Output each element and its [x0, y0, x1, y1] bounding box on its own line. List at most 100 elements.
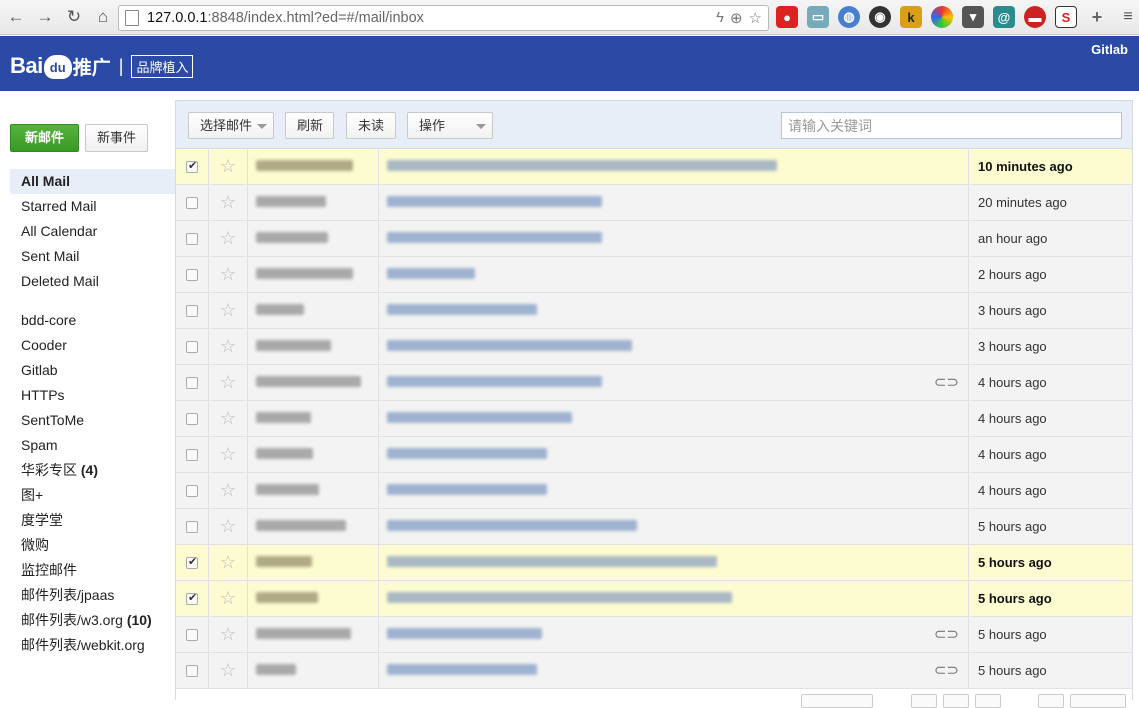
subject-cell[interactable] [379, 221, 879, 256]
reload-icon[interactable]: ↻ [61, 4, 87, 30]
row-checkbox[interactable] [186, 159, 198, 173]
address-bar[interactable]: 127.0.0.1:8848/index.html?ed=#/mail/inbo… [118, 5, 769, 31]
search-input[interactable] [781, 112, 1122, 139]
subject-cell[interactable] [379, 617, 879, 652]
star-icon[interactable]: ☆ [209, 257, 248, 292]
sidebar-folder[interactable]: 图+ [10, 483, 175, 508]
sofa-ext-icon[interactable]: ▬ [1024, 6, 1046, 28]
star-icon[interactable]: ☆ [209, 617, 248, 652]
row-checkbox[interactable] [186, 233, 198, 245]
star-icon[interactable]: ☆ [209, 401, 248, 436]
mail-row[interactable]: ☆ 2 hours ago [176, 257, 1132, 293]
zoom-icon[interactable]: ⊕ [730, 9, 743, 27]
sidebar-folder[interactable]: bdd-core [10, 308, 175, 333]
mail-row[interactable]: ☆ 3 hours ago [176, 293, 1132, 329]
subject-cell[interactable] [379, 293, 879, 328]
mail-row[interactable]: ☆ 5 hours ago [176, 545, 1132, 581]
mail-row[interactable]: ☆ ⊂⊃ 5 hours ago [176, 617, 1132, 653]
mail-row[interactable]: ☆ 20 minutes ago [176, 185, 1132, 221]
page-prev-button[interactable] [943, 694, 969, 708]
sidebar-folder[interactable]: 邮件列表/jpaas [10, 583, 175, 608]
mail-row[interactable]: ☆ 5 hours ago [176, 509, 1132, 545]
subject-cell[interactable] [379, 473, 879, 508]
actions-dropdown[interactable]: 操作 [407, 112, 493, 139]
k-ext-icon[interactable]: k [900, 6, 922, 28]
new-event-button[interactable]: 新事件 [85, 124, 148, 152]
page-last-button[interactable] [1070, 694, 1126, 708]
subject-cell[interactable] [379, 581, 879, 616]
back-icon[interactable]: ← [3, 4, 29, 30]
color-ext-icon[interactable] [931, 6, 953, 28]
sidebar-folder[interactable]: 度学堂 [10, 508, 175, 533]
sidebar-folder[interactable]: Gitlab [10, 358, 175, 383]
star-icon[interactable]: ☆ [209, 149, 248, 184]
subject-cell[interactable] [379, 185, 879, 220]
star-icon[interactable]: ☆ [209, 509, 248, 544]
star-icon[interactable]: ☆ [209, 581, 248, 616]
subject-cell[interactable] [379, 401, 879, 436]
mail-row[interactable]: ☆ 10 minutes ago [176, 149, 1132, 185]
subject-cell[interactable] [379, 365, 879, 400]
row-checkbox[interactable] [186, 555, 198, 569]
star-icon[interactable]: ☆ [209, 473, 248, 508]
select-mail-dropdown[interactable]: 选择邮件 [188, 112, 274, 139]
sidebar-item-starred-mail[interactable]: Starred Mail [10, 194, 175, 219]
page-next-button[interactable] [1038, 694, 1064, 708]
subject-cell[interactable] [379, 437, 879, 472]
new-mail-button[interactable]: 新邮件 [10, 124, 79, 152]
subject-cell[interactable] [379, 545, 879, 580]
sidebar-folder[interactable]: HTTPs [10, 383, 175, 408]
sidebar-item-sent-mail[interactable]: Sent Mail [10, 244, 175, 269]
adblock-icon[interactable]: ● [776, 6, 798, 28]
star-icon[interactable]: ☆ [209, 221, 248, 256]
globe-ext-icon[interactable]: ◍ [838, 6, 860, 28]
target-ext-icon[interactable]: ◉ [869, 6, 891, 28]
sidebar-folder[interactable]: 华彩专区 (4) [10, 458, 175, 483]
mail-row[interactable]: ☆ ⊂⊃ 4 hours ago [176, 365, 1132, 401]
mail-row[interactable]: ☆ ⊂⊃ 5 hours ago [176, 653, 1132, 689]
subject-cell[interactable] [379, 653, 879, 688]
home-icon[interactable]: ⌂ [90, 4, 116, 30]
bolt-icon[interactable]: ϟ [716, 9, 724, 27]
mail-row[interactable]: ☆ an hour ago [176, 221, 1132, 257]
menu-icon[interactable]: ≡ [1117, 6, 1139, 28]
row-checkbox[interactable] [186, 341, 198, 353]
row-checkbox[interactable] [186, 591, 198, 605]
gitlab-link[interactable]: Gitlab [1091, 42, 1128, 57]
sidebar-folder[interactable]: Cooder [10, 333, 175, 358]
row-checkbox[interactable] [186, 521, 198, 533]
pocket-ext-icon[interactable]: ▾ [962, 6, 984, 28]
star-icon[interactable]: ☆ [209, 437, 248, 472]
crosshair-ext-icon[interactable]: + [1086, 6, 1108, 28]
sidebar-item-all-mail[interactable]: All Mail [10, 169, 175, 194]
star-icon[interactable]: ☆ [209, 329, 248, 364]
page-first-button[interactable] [911, 694, 937, 708]
mail-row[interactable]: ☆ 3 hours ago [176, 329, 1132, 365]
bookmark-star-icon[interactable]: ☆ [749, 9, 762, 27]
sidebar-folder[interactable]: 监控邮件 [10, 558, 175, 583]
sidebar-folder[interactable]: SentToMe [10, 408, 175, 433]
row-checkbox[interactable] [186, 413, 198, 425]
sidebar-item-all-calendar[interactable]: All Calendar [10, 219, 175, 244]
forward-icon[interactable]: → [32, 4, 58, 30]
unread-button[interactable]: 未读 [346, 112, 396, 139]
star-icon[interactable]: ☆ [209, 185, 248, 220]
row-checkbox[interactable] [186, 485, 198, 497]
mail-row[interactable]: ☆ 4 hours ago [176, 401, 1132, 437]
row-checkbox[interactable] [186, 305, 198, 317]
row-checkbox[interactable] [186, 269, 198, 281]
sidebar-folder[interactable]: 邮件列表/webkit.org [10, 633, 175, 658]
folder-ext-icon[interactable]: ▭ [807, 6, 829, 28]
mail-row[interactable]: ☆ 5 hours ago [176, 581, 1132, 617]
subject-cell[interactable] [379, 257, 879, 292]
page-size-select[interactable] [801, 694, 873, 708]
subject-cell[interactable] [379, 329, 879, 364]
row-checkbox[interactable] [186, 377, 198, 389]
row-checkbox[interactable] [186, 449, 198, 461]
refresh-button[interactable]: 刷新 [285, 112, 334, 139]
mail-row[interactable]: ☆ 4 hours ago [176, 473, 1132, 509]
s-ext-icon[interactable]: S [1055, 6, 1077, 28]
page-number-button[interactable] [975, 694, 1001, 708]
spiral-ext-icon[interactable]: @ [993, 6, 1015, 28]
sidebar-folder[interactable]: 微购 [10, 533, 175, 558]
